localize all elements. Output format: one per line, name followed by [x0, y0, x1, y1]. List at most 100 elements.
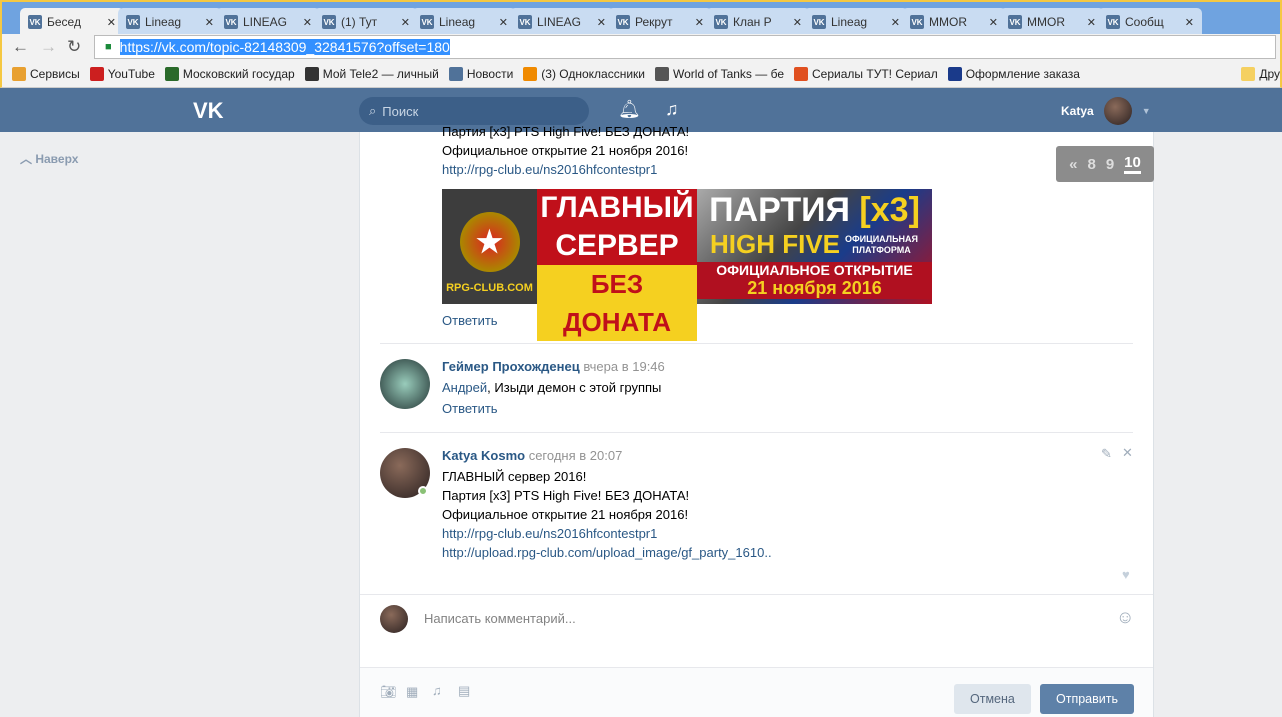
vk-favicon-icon: VK — [1106, 15, 1120, 29]
bookmark[interactable]: Сериалы ТУТ! Сериал — [794, 66, 938, 81]
address-toolbar: ← → ↻ ■ https://vk.com/topic-82148309_32… — [0, 34, 1282, 60]
music-icon[interactable]: ♫ — [665, 99, 679, 120]
close-tab-icon[interactable]: ✕ — [1185, 16, 1194, 29]
bookmark[interactable]: YouTube — [89, 66, 155, 81]
vk-favicon-icon: VK — [126, 15, 140, 29]
post-image-banner[interactable]: ★ RPG-CLUB.COM ГЛАВНЫЙ СЕРВЕР БЕЗ ДОНАТА… — [442, 189, 932, 341]
send-button[interactable]: Отправить — [1040, 684, 1134, 714]
browser-tab[interactable]: VK Lineag ✕ — [804, 8, 908, 36]
chevron-down-icon: ▼ — [1141, 106, 1151, 116]
browser-tab[interactable]: VK MMOR ✕ — [902, 8, 1006, 36]
bookmark[interactable]: Оформление заказа — [947, 66, 1080, 81]
scroll-to-top[interactable]: ︿ Наверх — [20, 150, 78, 167]
like-icon[interactable]: ♥ — [1122, 567, 1130, 582]
emoji-icon[interactable]: ☺ — [1116, 607, 1134, 628]
close-tab-icon[interactable]: ✕ — [989, 16, 998, 29]
close-tab-icon[interactable]: ✕ — [793, 16, 802, 29]
forward-icon[interactable]: → — [40, 37, 57, 57]
bookmark-icon — [1241, 66, 1256, 81]
vk-favicon-icon: VK — [224, 15, 238, 29]
tab-strip: VK Бесед ✕ VK Lineag ✕ VK LINEAG ✕ VK (1) Тут ✕ VK Li… — [0, 0, 1282, 36]
avatar[interactable] — [380, 359, 430, 409]
comment-composer: Написать комментарий... ☺ — [360, 594, 1153, 669]
composer-footer: 📷︎ ▦ ♫ ▤ Отмена Отправить — [360, 667, 1153, 717]
reply-link[interactable]: Ответить — [442, 401, 498, 416]
close-tab-icon[interactable]: ✕ — [107, 16, 116, 29]
pagination: « 8 9 10 — [1056, 146, 1154, 182]
browser-tab[interactable]: VK Бесед ✕ — [20, 8, 124, 36]
close-tab-icon[interactable]: ✕ — [1087, 16, 1096, 29]
vk-favicon-icon: VK — [322, 15, 336, 29]
page-link[interactable]: 9 — [1106, 156, 1114, 173]
delete-icon[interactable]: ✕ — [1122, 445, 1133, 461]
bookmark-icon — [304, 66, 319, 81]
pagination-prev[interactable]: « — [1069, 156, 1077, 173]
vk-favicon-icon: VK — [616, 15, 630, 29]
close-tab-icon[interactable]: ✕ — [499, 16, 508, 29]
vk-favicon-icon: VK — [714, 15, 728, 29]
mention-link[interactable]: Андрей — [442, 380, 487, 395]
browser-tab[interactable]: VK Lineag ✕ — [412, 8, 516, 36]
author-name[interactable]: Katya Kosmo — [442, 448, 525, 463]
avatar — [1103, 97, 1132, 125]
photo-icon[interactable]: 📷︎ — [380, 684, 397, 700]
online-indicator — [418, 486, 428, 496]
browser-tab[interactable]: VK Сообщ ✕ — [1098, 8, 1202, 36]
post-link[interactable]: http://rpg-club.eu/ns2016hfcontestpr1 — [442, 160, 657, 179]
video-icon[interactable]: ▦ — [406, 684, 418, 700]
browser-tab[interactable]: VK (1) Тут ✕ — [314, 8, 418, 36]
close-tab-icon[interactable]: ✕ — [695, 16, 704, 29]
bookmark-icon — [794, 66, 809, 81]
audio-icon[interactable]: ♫ — [432, 683, 442, 698]
vk-logo[interactable]: VK — [193, 98, 224, 124]
bookmark[interactable]: (3) Одноклассники — [523, 66, 645, 81]
browser-tab[interactable]: VK MMOR ✕ — [1000, 8, 1104, 36]
page-current[interactable]: 10 — [1124, 154, 1141, 174]
close-tab-icon[interactable]: ✕ — [205, 16, 214, 29]
vk-favicon-icon: VK — [812, 15, 826, 29]
browser-tab[interactable]: VK LINEAG ✕ — [216, 8, 320, 36]
close-tab-icon[interactable]: ✕ — [401, 16, 410, 29]
cancel-button[interactable]: Отмена — [954, 684, 1031, 714]
url-bar[interactable]: ■ https://vk.com/topic-82148309_32841576… — [94, 35, 1276, 59]
star-icon: ★ — [459, 212, 520, 272]
browser-tab[interactable]: VK Клан Р ✕ — [706, 8, 810, 36]
close-tab-icon[interactable]: ✕ — [303, 16, 312, 29]
bookmark-icon — [655, 66, 669, 81]
post-link[interactable]: http://upload.rpg-club.com/upload_image/… — [442, 543, 772, 562]
bell-icon[interactable]: 🔔︎ — [618, 99, 641, 120]
topic-content: Партия [x3] PTS High Five! БЕЗ ДОНАТА! О… — [359, 124, 1154, 717]
page-link[interactable]: 8 — [1087, 156, 1095, 173]
bookmark-icon — [89, 66, 104, 81]
back-icon[interactable]: ← — [12, 37, 29, 57]
lock-icon: ■ — [105, 41, 112, 53]
vk-favicon-icon: VK — [910, 15, 924, 29]
browser-tab[interactable]: VK LINEAG ✕ — [510, 8, 614, 36]
document-icon[interactable]: ▤ — [458, 683, 470, 699]
bookmark[interactable]: Дру — [1241, 66, 1280, 81]
close-tab-icon[interactable]: ✕ — [597, 16, 606, 29]
vk-favicon-icon: VK — [518, 15, 532, 29]
bookmark[interactable]: Новости — [448, 66, 513, 81]
bookmark[interactable]: Московский государ — [164, 66, 295, 81]
close-tab-icon[interactable]: ✕ — [891, 16, 900, 29]
bookmark-icon — [164, 66, 179, 81]
reload-icon[interactable]: ↻ — [67, 37, 81, 57]
vk-favicon-icon: VK — [1008, 15, 1022, 29]
avatar — [380, 605, 408, 633]
user-menu[interactable]: Katya ▼ — [1061, 97, 1151, 125]
vk-favicon-icon: VK — [28, 15, 42, 29]
comment-input[interactable]: Написать комментарий... — [424, 611, 576, 626]
search-input[interactable]: ⌕ Поиск — [359, 97, 589, 125]
browser-tab[interactable]: VK Рекрут ✕ — [608, 8, 712, 36]
post-link[interactable]: http://rpg-club.eu/ns2016hfcontestpr1 — [442, 524, 657, 543]
author-name[interactable]: Геймер Прохожденец — [442, 359, 580, 374]
bookmark[interactable]: Сервисы — [12, 66, 80, 81]
browser-tab[interactable]: VK Lineag ✕ — [118, 8, 222, 36]
bookmark[interactable]: World of Tanks — бе — [655, 66, 784, 81]
bookmark-icon — [448, 66, 463, 81]
bookmark[interactable]: Мой Tele2 — личный — [304, 66, 439, 81]
edit-icon[interactable]: ✎ — [1101, 446, 1112, 462]
vk-favicon-icon: VK — [420, 15, 434, 29]
reply-link[interactable]: Ответить — [442, 313, 498, 328]
